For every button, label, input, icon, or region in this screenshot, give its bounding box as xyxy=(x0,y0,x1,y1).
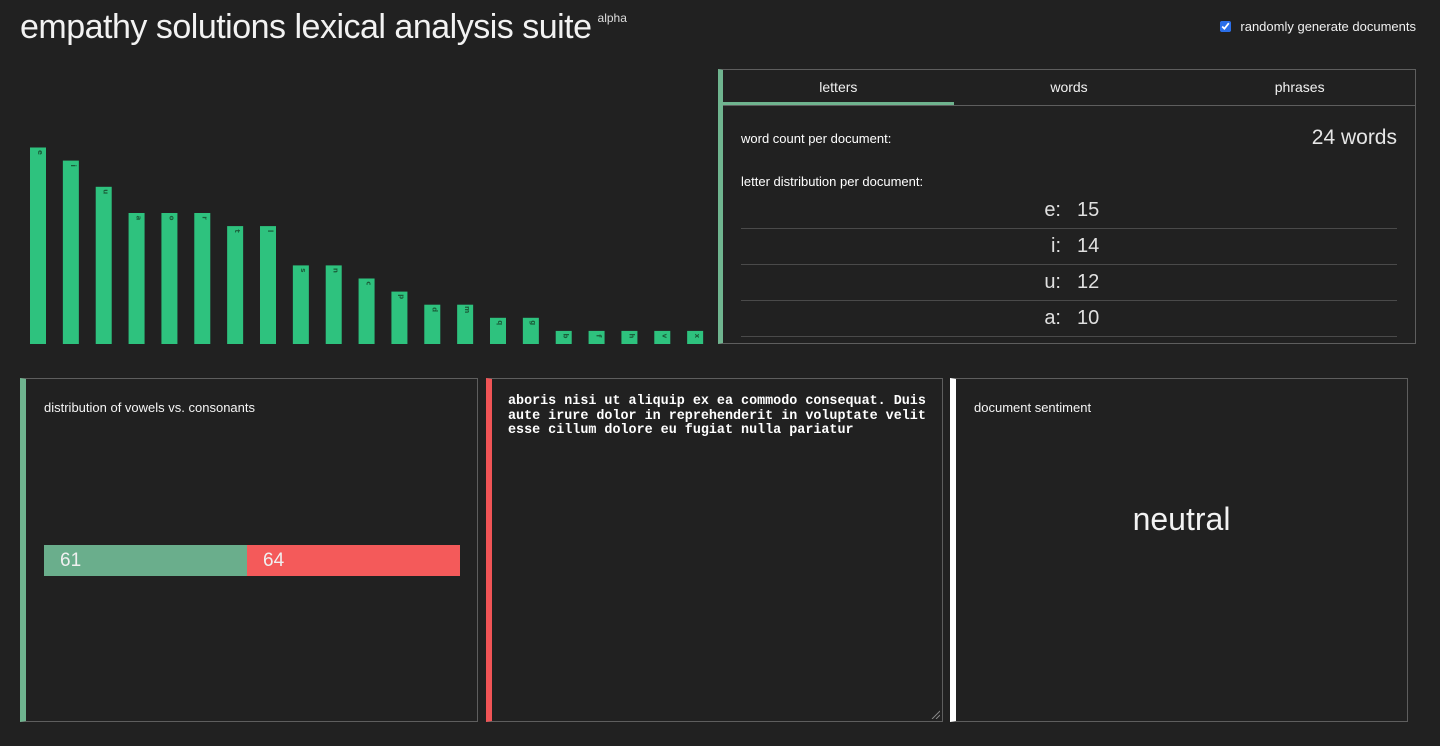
chart-bar-label: v xyxy=(660,334,668,339)
distribution-count: 15 xyxy=(1077,199,1100,221)
page-title: empathy solutions lexical analysis suite… xyxy=(20,8,627,47)
chart-bar-label: x xyxy=(693,334,701,339)
resize-grip-icon[interactable] xyxy=(930,709,940,719)
word-count-value: 24 words xyxy=(1311,126,1397,149)
letter-frequency-chart: eiua o rt ls ncpd mq gb f h v x xyxy=(30,147,704,344)
vowels-consonants-title: distribution of vowels vs. consonants xyxy=(44,400,255,415)
random-documents-toggle[interactable]: randomly generate documents xyxy=(1220,19,1416,34)
vowels-consonants-panel: distribution of vowels vs. consonants 61… xyxy=(20,378,478,722)
distribution-letter: u: xyxy=(1044,271,1061,293)
distribution-count: 10 xyxy=(1077,307,1100,329)
tab-phrases[interactable]: phrases xyxy=(1184,70,1415,105)
chart-bar-label: l xyxy=(266,230,274,232)
chart-bar-label: o xyxy=(167,216,175,221)
chart-bar-e xyxy=(30,147,46,344)
letter-distribution-list: e: 15 i: 14 u: 12 a: 10 xyxy=(741,193,1397,337)
distribution-row: u: 12 xyxy=(741,265,1397,301)
chart-bar-label: g xyxy=(529,320,537,325)
chart-bar-o xyxy=(161,213,178,344)
chart-bar-label: b xyxy=(562,333,570,338)
tab-letters[interactable]: letters xyxy=(723,70,954,105)
chart-bar-label: d xyxy=(430,307,438,312)
chart-bar-p xyxy=(391,291,408,344)
chart-bar-label: h xyxy=(627,333,635,338)
chart-bar-label: s xyxy=(299,268,307,272)
chart-bar-label: r xyxy=(200,216,208,220)
distribution-letter: a: xyxy=(1044,307,1061,329)
chart-bar-s xyxy=(292,265,309,344)
distribution-row: e: 15 xyxy=(741,193,1397,229)
vowels-consonants-bar: 61 64 xyxy=(44,545,460,576)
distribution-letter: i: xyxy=(1051,235,1061,257)
distribution-count: 14 xyxy=(1077,235,1100,257)
random-documents-label: randomly generate documents xyxy=(1240,19,1416,34)
chart-bar-t xyxy=(227,226,244,344)
chart-bar-l xyxy=(260,226,276,344)
word-count-label: word count per document: xyxy=(741,130,892,146)
chart-bar-label: p xyxy=(397,294,405,299)
distribution-row: i: 14 xyxy=(741,229,1397,265)
distribution-letter: e: xyxy=(1044,199,1061,221)
consonants-count: 64 xyxy=(263,549,285,571)
chart-bar-n xyxy=(325,265,342,344)
chart-bar-label: q xyxy=(496,320,504,325)
letter-distribution-label: letter distribution per document: xyxy=(741,174,924,189)
alpha-badge: alpha xyxy=(597,11,627,25)
chart-bar-label: i xyxy=(69,164,77,166)
word-count-row: word count per document: 24 words xyxy=(741,126,1397,150)
random-documents-checkbox[interactable] xyxy=(1220,21,1232,32)
sentiment-panel: document sentiment neutral xyxy=(950,378,1408,722)
chart-bar-u xyxy=(95,186,112,344)
document-textarea[interactable]: aboris nisi ut aliquip ex ea commodo con… xyxy=(492,379,942,721)
chart-bar-a xyxy=(128,213,145,344)
vowels-segment: 61 xyxy=(44,545,247,576)
chart-bar-label: u xyxy=(102,189,110,194)
analysis-tabs: letters words phrases xyxy=(723,70,1415,106)
app-title: empathy solutions lexical analysis suite xyxy=(20,8,592,46)
chart-bar-label: a xyxy=(135,216,143,221)
chart-bar-label: e xyxy=(36,150,44,155)
consonants-segment: 64 xyxy=(247,545,460,576)
chart-bar-r xyxy=(194,213,211,344)
vowels-count: 61 xyxy=(60,549,82,571)
chart-bar-label: n xyxy=(332,268,340,273)
sentiment-value: neutral xyxy=(1132,501,1231,537)
letters-panel: letters words phrases word count per doc… xyxy=(718,69,1416,344)
chart-bar-f xyxy=(588,330,605,344)
chart-bar-c xyxy=(358,278,375,344)
sentiment-title: document sentiment xyxy=(974,400,1092,415)
chart-bar-i xyxy=(62,160,79,344)
tab-words[interactable]: words xyxy=(954,70,1185,105)
chart-bar-label: c xyxy=(365,281,373,285)
document-panel: aboris nisi ut aliquip ex ea commodo con… xyxy=(486,378,943,722)
distribution-count: 12 xyxy=(1077,271,1100,293)
distribution-row: a: 10 xyxy=(741,301,1397,337)
chart-bar-label: m xyxy=(463,306,471,313)
